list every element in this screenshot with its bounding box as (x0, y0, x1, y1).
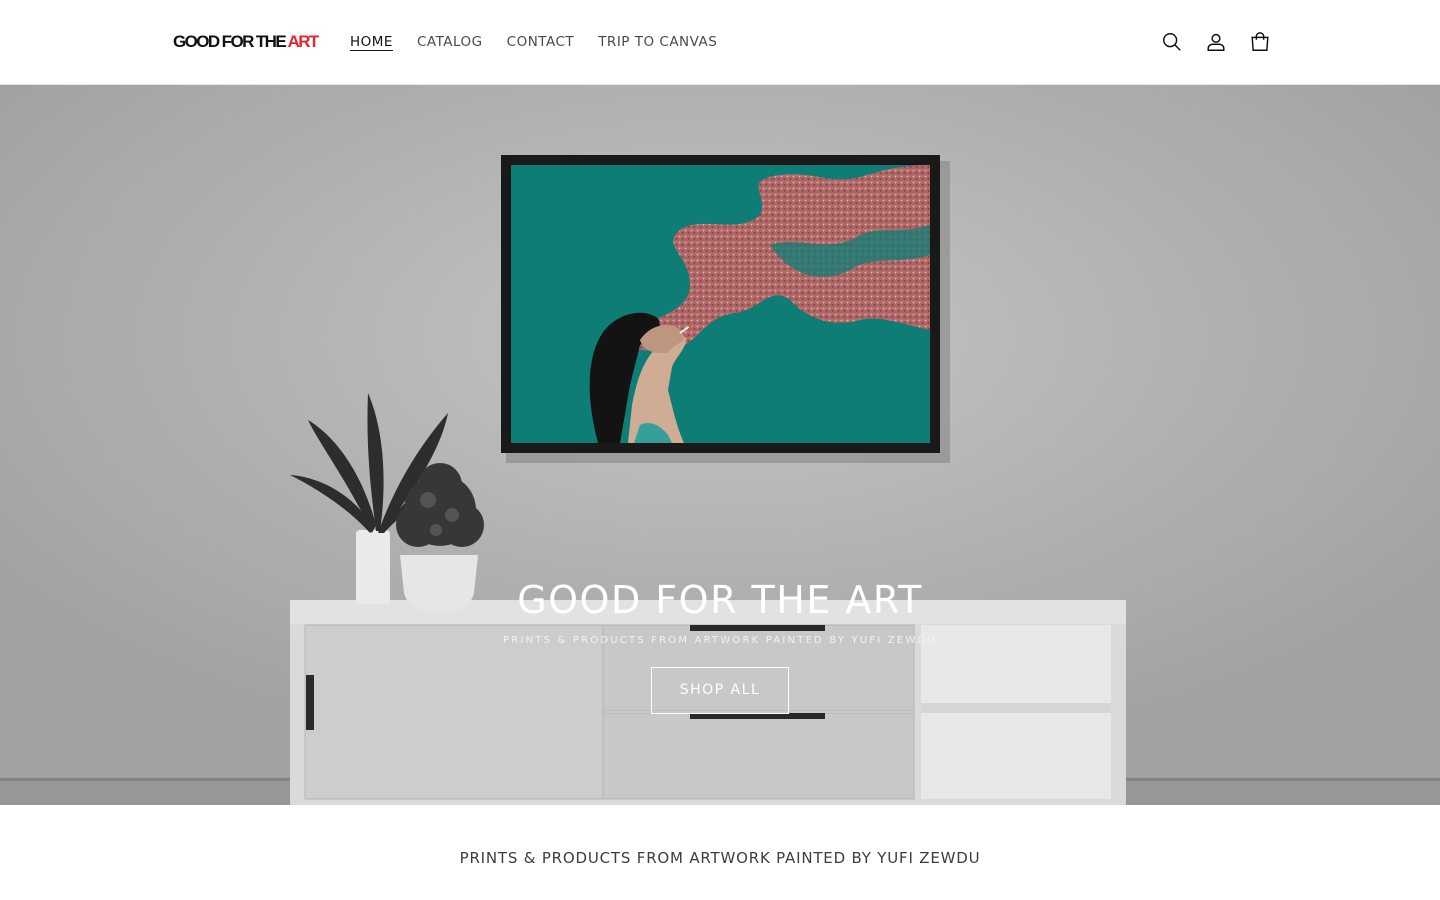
cart-icon (1251, 32, 1269, 51)
hero-content: GOOD FOR THE ART PRINTS & PRODUCTS FROM … (420, 575, 1020, 714)
search-button[interactable] (1156, 26, 1188, 58)
search-icon (1163, 33, 1181, 51)
logo-accent-text: ART (287, 32, 320, 51)
header-icons (1156, 26, 1276, 58)
section-tagline: PRINTS & PRODUCTS FROM ARTWORK PAINTED B… (459, 849, 981, 867)
hero-subtitle: PRINTS & PRODUCTS FROM ARTWORK PAINTED B… (503, 635, 937, 646)
cart-button[interactable] (1244, 26, 1276, 58)
site-header: GOOD FOR THE ART HOME CATALOG CONTACT TR… (0, 0, 1440, 85)
logo-text: GOOD FOR THE (173, 32, 288, 51)
logo[interactable]: GOOD FOR THE ART (173, 32, 320, 52)
nav-catalog[interactable]: CATALOG (417, 30, 483, 54)
account-button[interactable] (1200, 26, 1232, 58)
nav-contact[interactable]: CONTACT (507, 30, 575, 54)
nav-trip-to-canvas[interactable]: TRIP TO CANVAS (598, 30, 717, 54)
hero-title: GOOD FOR THE ART (517, 578, 923, 622)
shop-all-button[interactable]: SHOP ALL (651, 667, 789, 714)
hero-banner: GOOD FOR THE ART PRINTS & PRODUCTS FROM … (0, 85, 1440, 805)
account-icon (1207, 33, 1225, 51)
nav-home[interactable]: HOME (350, 30, 393, 54)
main-nav: HOME CATALOG CONTACT TRIP TO CANVAS (350, 30, 717, 54)
